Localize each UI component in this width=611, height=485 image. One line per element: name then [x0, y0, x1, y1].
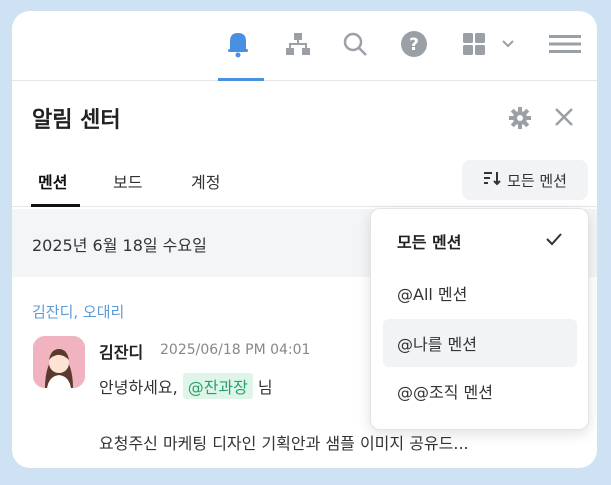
tab-account[interactable]: 계정	[191, 169, 220, 193]
message-line-1: 안녕하세요, @잔과장 님	[99, 373, 273, 399]
check-icon	[545, 231, 563, 251]
chevron-down-icon[interactable]	[501, 29, 515, 59]
message-sender: 김잔디	[99, 343, 144, 362]
tab-mention[interactable]: 멘션	[38, 169, 67, 193]
avatar	[33, 336, 85, 388]
close-icon[interactable]	[553, 106, 575, 132]
message-timestamp: 2025/06/18 PM 04:01	[160, 342, 311, 358]
sort-icon	[483, 170, 501, 190]
sort-filter-button[interactable]: 모든 멘션	[462, 160, 588, 200]
panel-title: 알림 센터	[32, 108, 121, 133]
org-chart-icon[interactable]	[285, 29, 311, 59]
dropdown-item-label: @@조직 멘션	[397, 383, 493, 402]
gear-icon[interactable]	[508, 106, 532, 134]
dropdown-item-at-me[interactable]: @나를 멘션	[383, 319, 577, 367]
date-label: 2025년 6월 18일 수요일	[32, 236, 207, 255]
notification-panel: ? 알림 센터 멘션 보드 계정 모든 멘션 2025년 6월 18일 수요일 …	[12, 11, 597, 468]
message-greeting: 안녕하세요,	[99, 378, 178, 397]
dropdown-item-at-all[interactable]: @All 멘션	[383, 269, 577, 317]
conversation-participants[interactable]: 김잔디, 오대리	[32, 301, 124, 322]
dropdown-item-at-org[interactable]: @@조직 멘션	[383, 367, 577, 415]
tab-underline	[31, 204, 80, 207]
dropdown-item-label: 모든 멘션	[397, 233, 462, 252]
menu-icon[interactable]	[549, 29, 581, 59]
message-body: 요청주신 마케팅 디자인 기획안과 샘플 이미지 공유드...	[99, 434, 469, 453]
dropdown-item-label: @나를 멘션	[397, 335, 477, 354]
mention-tag[interactable]: @잔과장	[182, 373, 253, 399]
message-honorific: 님	[257, 378, 273, 397]
dropdown-item-all-mentions[interactable]: 모든 멘션	[383, 217, 577, 265]
help-icon[interactable]: ?	[400, 29, 428, 59]
search-icon[interactable]	[342, 29, 368, 59]
svg-text:?: ?	[409, 35, 419, 55]
mention-filter-dropdown: 모든 멘션 @All 멘션 @나를 멘션 @@조직 멘션	[370, 208, 589, 430]
apps-grid-icon[interactable]	[462, 29, 486, 59]
dropdown-item-label: @All 멘션	[397, 285, 468, 304]
tab-board[interactable]: 보드	[113, 169, 142, 193]
bell-icon[interactable]	[226, 29, 250, 59]
top-toolbar: ?	[12, 11, 597, 81]
sort-filter-label: 모든 멘션	[507, 171, 567, 190]
active-tab-indicator	[218, 78, 264, 81]
